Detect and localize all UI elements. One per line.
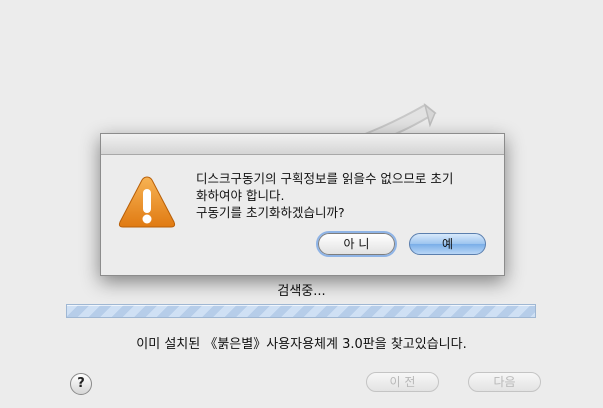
dialog-message-line: 구동기를 초기화하겠습니까? bbox=[196, 205, 345, 220]
warning-icon bbox=[118, 176, 176, 228]
alert-dialog: 디스크구동기의 구획정보를 읽을수 없으므로 초기 화하여야 합니다. 구동기를… bbox=[100, 133, 505, 276]
progress-bar bbox=[66, 304, 536, 318]
status-message: 이미 설치된 《붉은별》사용자용체계 3.0판을 찾고있습니다. bbox=[136, 337, 467, 352]
yes-button[interactable]: 예 bbox=[409, 233, 486, 255]
next-button[interactable]: 다음 bbox=[468, 372, 541, 392]
dialog-message-line: 화하여야 합니다. bbox=[196, 188, 285, 203]
no-button[interactable]: 아 니 bbox=[316, 231, 397, 257]
searching-label: 검색중... bbox=[277, 284, 326, 299]
dialog-message: 디스크구동기의 구획정보를 읽을수 없으므로 초기 화하여야 합니다. 구동기를… bbox=[196, 170, 496, 221]
progress-fill bbox=[67, 305, 535, 317]
help-button[interactable]: ? bbox=[70, 373, 92, 395]
dialog-message-line: 디스크구동기의 구획정보를 읽을수 없으므로 초기 bbox=[196, 171, 454, 186]
dialog-titlebar[interactable] bbox=[101, 134, 504, 155]
back-button[interactable]: 이 전 bbox=[366, 372, 439, 392]
